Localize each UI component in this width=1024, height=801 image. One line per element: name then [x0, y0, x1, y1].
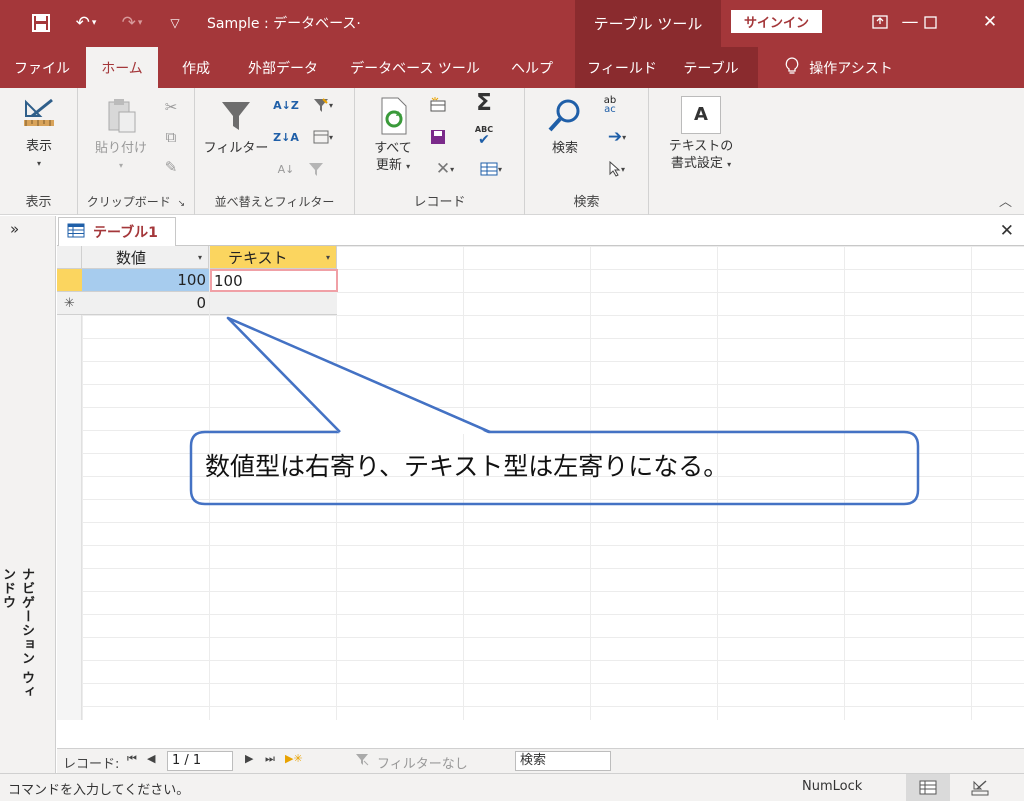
callout-text: 数値型は右寄り、テキスト型は左寄りになる。	[205, 452, 729, 481]
callout-bubble	[189, 316, 920, 506]
